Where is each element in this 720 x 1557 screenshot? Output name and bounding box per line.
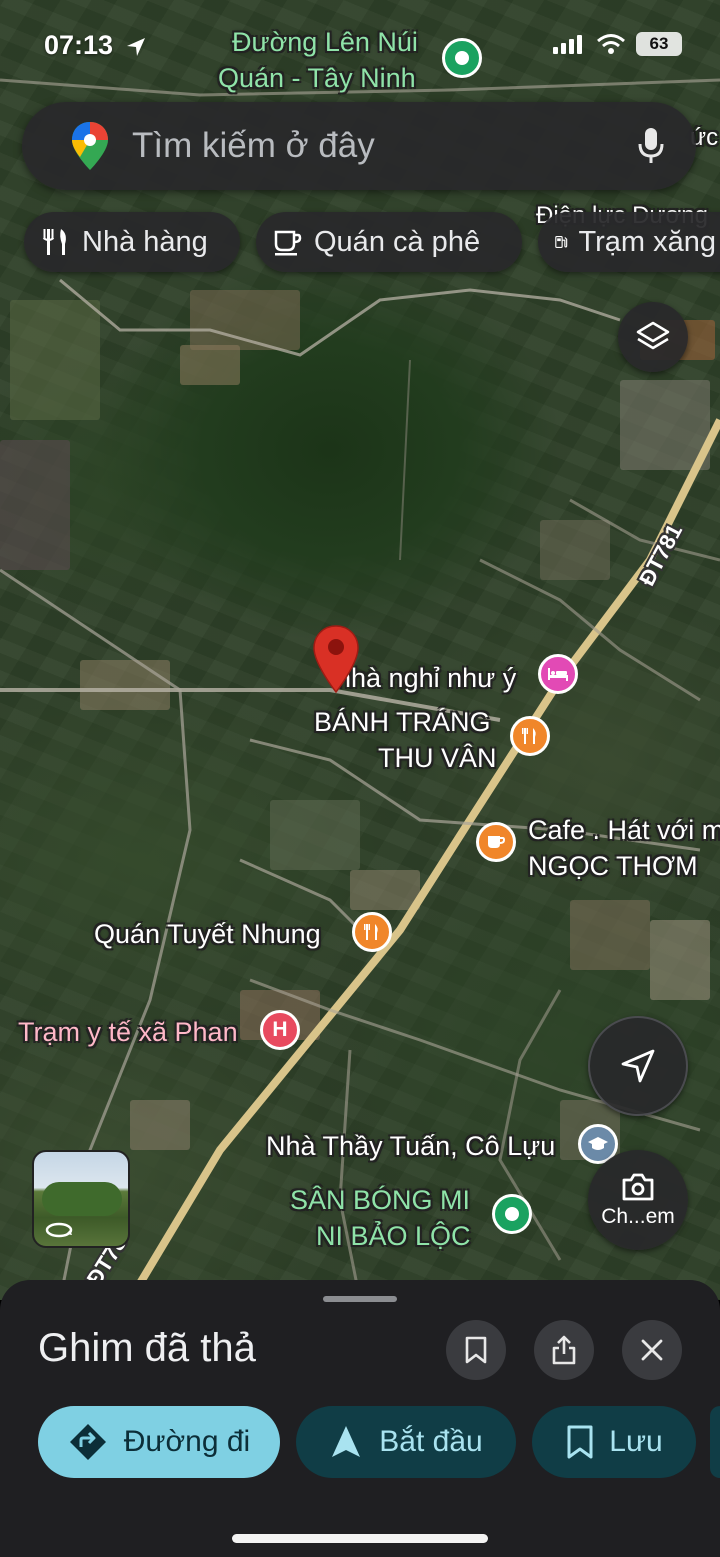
close-icon: [641, 1339, 663, 1361]
maps-screen: Đường Lên Núi Quán - Tây Ninh ức Điện lự…: [0, 0, 720, 1557]
bookmark-icon: [567, 1425, 593, 1459]
park-poi-icon[interactable]: [492, 1194, 532, 1234]
coffee-cup-icon: [488, 836, 506, 848]
wifi-icon: [597, 34, 625, 54]
street-view-trees: [42, 1182, 122, 1216]
graduation-cap-icon: [588, 1137, 608, 1150]
map-label-san-bong[interactable]: NI BẢO LỘC: [316, 1218, 471, 1254]
dropped-pin-icon[interactable]: [311, 624, 361, 694]
location-arrow-icon: [126, 37, 145, 56]
save-button[interactable]: Lưu: [532, 1406, 696, 1478]
cafe-poi-icon[interactable]: [476, 822, 516, 862]
chip-restaurants[interactable]: Nhà hàng: [24, 212, 240, 272]
place-bottom-sheet[interactable]: Ghim đã thả Đường đi Bắt đầu Lưu: [0, 1280, 720, 1557]
home-indicator[interactable]: [232, 1534, 488, 1543]
street-view-thumbnail[interactable]: [32, 1150, 130, 1248]
close-button[interactable]: [622, 1320, 682, 1380]
map-label-tram-y-te[interactable]: Trạm y tế xã Phan: [18, 1014, 238, 1050]
directions-label: Đường đi: [123, 1425, 251, 1458]
gas-pump-icon: [555, 236, 568, 248]
restaurant-poi-icon[interactable]: [352, 912, 392, 952]
layers-button[interactable]: [618, 302, 688, 372]
search-bar[interactable]: Tìm kiếm ở đây: [22, 102, 696, 190]
my-location-button[interactable]: [588, 1016, 688, 1116]
status-time: 07:13: [44, 30, 147, 61]
map-label-place[interactable]: Quán - Tây Ninh: [218, 60, 416, 96]
fork-knife-icon: [522, 728, 536, 744]
map-label-banh-trang[interactable]: BÁNH TRÁNG: [314, 704, 491, 740]
map-label-nha-thay-tuan[interactable]: Nhà Thầy Tuấn, Cô Lựu: [266, 1128, 555, 1164]
bed-icon: [548, 668, 568, 681]
street-view-rotate-icon: [45, 1222, 73, 1238]
google-maps-logo-icon: [72, 122, 108, 170]
coffee-cup-icon: [274, 230, 302, 256]
fork-knife-icon: [364, 924, 378, 940]
park-poi-icon[interactable]: [442, 38, 482, 78]
directions-icon: [69, 1424, 106, 1460]
chip-cafes[interactable]: Quán cà phê: [256, 212, 522, 272]
fork-knife-icon: [42, 229, 66, 255]
start-label: Bắt đầu: [379, 1425, 483, 1458]
sheet-title: Ghim đã thả: [38, 1326, 256, 1370]
directions-button[interactable]: Đường đi: [38, 1406, 280, 1478]
share-button[interactable]: [534, 1320, 594, 1380]
bookmark-icon: [465, 1336, 487, 1364]
camera-icon: [622, 1173, 654, 1201]
status-indicators: 63: [552, 32, 682, 56]
chip-restaurants-label: Nhà hàng: [82, 225, 208, 258]
restaurant-poi-icon[interactable]: [510, 716, 550, 756]
hospital-h-icon: H: [272, 1018, 288, 1041]
camera-search-button[interactable]: Ch...em: [588, 1150, 688, 1250]
hotel-poi-icon[interactable]: [538, 654, 578, 694]
map-label-guesthouse[interactable]: nhà nghỉ như ý: [336, 660, 516, 696]
chip-gas-stations[interactable]: Trạm xăng: [538, 212, 720, 272]
signal-icon: [553, 35, 582, 54]
camera-search-label: Ch...em: [601, 1205, 675, 1228]
navigation-arrow-icon: [621, 1049, 655, 1083]
chip-cafes-label: Quán cà phê: [314, 225, 481, 258]
battery-indicator: 63: [636, 32, 682, 56]
bookmark-button[interactable]: [446, 1320, 506, 1380]
poi-dot-icon: [505, 1207, 519, 1221]
save-label: Lưu: [609, 1425, 663, 1458]
map-label-cafe[interactable]: Cafe . Hát với m: [528, 812, 720, 848]
share-icon: [552, 1335, 576, 1365]
microphone-icon[interactable]: [636, 126, 666, 166]
navigation-start-icon: [332, 1426, 361, 1457]
map-label-san-bong[interactable]: SÂN BÓNG MI: [290, 1182, 470, 1218]
map-label-cafe[interactable]: NGỌC THƠM: [528, 848, 698, 884]
search-input[interactable]: Tìm kiếm ở đây: [132, 126, 375, 166]
start-button[interactable]: Bắt đầu: [296, 1406, 516, 1478]
chip-gas-stations-label: Trạm xăng: [578, 225, 716, 258]
map-label-place[interactable]: Đường Lên Núi: [232, 24, 418, 60]
map-label-banh-trang[interactable]: THU VÂN: [378, 740, 497, 776]
hospital-poi-icon[interactable]: H: [260, 1010, 300, 1050]
status-time-text: 07:13: [44, 30, 114, 60]
layers-icon: [636, 321, 670, 350]
more-actions-peek[interactable]: [710, 1406, 720, 1478]
sheet-drag-handle[interactable]: [323, 1296, 397, 1302]
map-label-quan-tuyet-nhung[interactable]: Quán Tuyết Nhung: [94, 916, 321, 952]
poi-dot-icon: [455, 51, 469, 65]
